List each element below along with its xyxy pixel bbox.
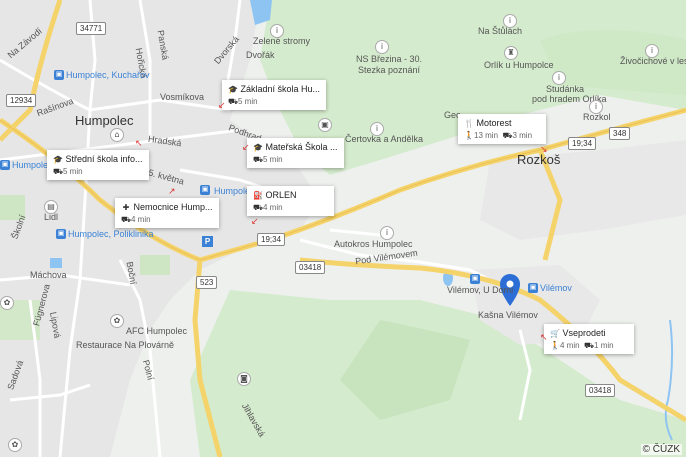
- shopping-cart-icon: 🛒: [550, 329, 560, 338]
- bus-stop-icon[interactable]: ▣: [528, 283, 538, 293]
- bus-stop-icon[interactable]: ▣: [0, 160, 10, 170]
- info-icon[interactable]: i: [552, 71, 566, 85]
- card-pointer-icon: ↙: [218, 100, 226, 110]
- drive-time: 5 min: [263, 155, 283, 164]
- sport-icon[interactable]: ✿: [8, 438, 22, 452]
- shop-icon[interactable]: ◙: [237, 372, 251, 386]
- poi-card-stredni-skola[interactable]: 🎓 Střední škola info... ⛟5 min: [47, 150, 149, 180]
- card-pointer-icon: ↙: [251, 216, 259, 226]
- poi-card-orlen[interactable]: ⛽ ORLEN ⛟4 min: [247, 186, 334, 216]
- place-label: Humpolec, Poliklinika: [68, 229, 154, 239]
- place-label: Na Štůlách: [478, 26, 523, 36]
- place-label: Restaurace Na Plovárně: [76, 340, 175, 350]
- walk-icon: 🚶: [550, 341, 560, 350]
- fuel-station-icon: ⛽: [253, 191, 263, 200]
- bus-stop-icon[interactable]: ▣: [54, 70, 64, 80]
- place-label: Stezka poznání: [358, 65, 421, 75]
- copyright-label: © ČÚZK: [640, 444, 682, 455]
- sport-icon[interactable]: ✿: [0, 296, 14, 310]
- hospital-icon: ✚: [122, 203, 130, 212]
- place-label: Orlík u Humpolce: [484, 60, 554, 70]
- car-icon: ⛟: [121, 215, 132, 224]
- car-icon: ⛟: [253, 203, 264, 212]
- walk-time: 13 min: [474, 131, 499, 140]
- restaurant-icon: 🍴: [464, 119, 474, 128]
- museum-icon[interactable]: ▣: [318, 118, 332, 132]
- place-label: Autokros Humpolec: [334, 239, 413, 249]
- place-label: NS Březina - 30.: [356, 54, 423, 64]
- card-pointer-icon: ↖: [540, 332, 548, 342]
- school-icon: 🎓: [253, 143, 263, 152]
- place-label: Čertovka a Andělka: [345, 134, 424, 144]
- home-icon[interactable]: ⌂: [110, 128, 124, 142]
- drive-time: 4 min: [131, 215, 151, 224]
- drive-time: 5 min: [63, 167, 83, 176]
- bus-stop-icon[interactable]: ▣: [200, 185, 210, 195]
- road-shield: 523: [196, 276, 218, 289]
- card-pointer-icon: ↖: [135, 138, 143, 148]
- place-label: Kašna Vilémov: [478, 310, 538, 320]
- road-shield: 348: [609, 127, 631, 140]
- poi-card-motorest[interactable]: 🍴 Motorest 🚶13 min ⛟3 min: [458, 114, 546, 144]
- castle-icon[interactable]: ♜: [504, 46, 518, 60]
- drive-time: 4 min: [263, 203, 283, 212]
- card-pointer-icon: ↘: [540, 144, 548, 154]
- drive-time: 1 min: [594, 341, 614, 350]
- road-shield: 03418: [295, 261, 326, 274]
- road-shield: 34771: [76, 22, 107, 35]
- place-label: Dvořák: [246, 50, 275, 60]
- info-icon[interactable]: i: [645, 44, 659, 58]
- place-label: Zelené stromy: [253, 36, 311, 46]
- poi-card-materska-skola[interactable]: 🎓 Mateřská Škola ... ⛟5 min: [247, 138, 344, 168]
- place-label: Humpolec, Kuchařov: [66, 70, 150, 80]
- info-icon[interactable]: i: [270, 24, 284, 38]
- drive-time: 5 min: [238, 97, 258, 106]
- poi-title: Nemocnice Hump...: [133, 202, 213, 212]
- poi-title: Motorest: [476, 118, 512, 128]
- poi-card-zakladni-skola[interactable]: 🎓 Základní škola Hu... ⛟5 min: [222, 80, 327, 110]
- poi-card-vseprodeti[interactable]: 🛒 Vseprodeti 🚶4 min ⛟1 min: [544, 324, 634, 354]
- card-pointer-icon: ↙: [242, 142, 250, 152]
- poi-title: Mateřská Škola ...: [265, 142, 338, 152]
- info-icon[interactable]: i: [503, 14, 517, 28]
- car-icon: ⛟: [53, 167, 64, 176]
- poi-title: Vseprodeti: [562, 328, 606, 338]
- school-icon: 🎓: [228, 85, 238, 94]
- car-icon: ⛟: [502, 131, 513, 140]
- info-icon[interactable]: i: [370, 122, 384, 136]
- place-label: Vilémov: [540, 283, 572, 293]
- road-shield: 19;34: [257, 233, 286, 246]
- road-shield: 03418: [585, 384, 616, 397]
- car-icon: ⛟: [253, 155, 264, 164]
- street-label: Vosmíkova: [160, 92, 205, 102]
- walk-time: 4 min: [560, 341, 580, 350]
- shop-icon[interactable]: ▤: [44, 200, 58, 214]
- poi-title: Základní škola Hu...: [240, 84, 321, 94]
- bus-stop-icon[interactable]: ▣: [56, 229, 66, 239]
- info-icon[interactable]: i: [380, 226, 394, 240]
- place-label: AFC Humpolec: [126, 326, 188, 336]
- place-label: Studánka: [546, 84, 585, 94]
- car-icon: ⛟: [584, 341, 595, 350]
- town-label-humpolec: Humpolec: [75, 113, 134, 128]
- parking-icon[interactable]: P: [202, 236, 213, 247]
- poi-title: ORLEN: [265, 190, 297, 200]
- town-label-rozkos: Rozkoš: [517, 152, 561, 167]
- poi-title: Střední škola info...: [65, 154, 143, 164]
- road-shield: 19;34: [568, 137, 597, 150]
- place-label: Vilémov, U Domi: [447, 285, 514, 295]
- card-pointer-icon: ↗: [168, 186, 176, 196]
- sport-icon[interactable]: ✿: [110, 314, 124, 328]
- info-icon[interactable]: i: [589, 100, 603, 114]
- street-label: Máchova: [30, 270, 67, 280]
- road-shield: 12934: [6, 94, 37, 107]
- drive-time: 3 min: [512, 131, 533, 140]
- poi-card-nemocnice[interactable]: ✚ Nemocnice Hump... ⛟4 min: [115, 198, 219, 228]
- bus-stop-icon[interactable]: ▣: [470, 274, 480, 284]
- car-icon: ⛟: [228, 97, 239, 106]
- school-icon: 🎓: [53, 155, 63, 164]
- walk-icon: 🚶: [464, 131, 474, 140]
- info-icon[interactable]: i: [375, 40, 389, 54]
